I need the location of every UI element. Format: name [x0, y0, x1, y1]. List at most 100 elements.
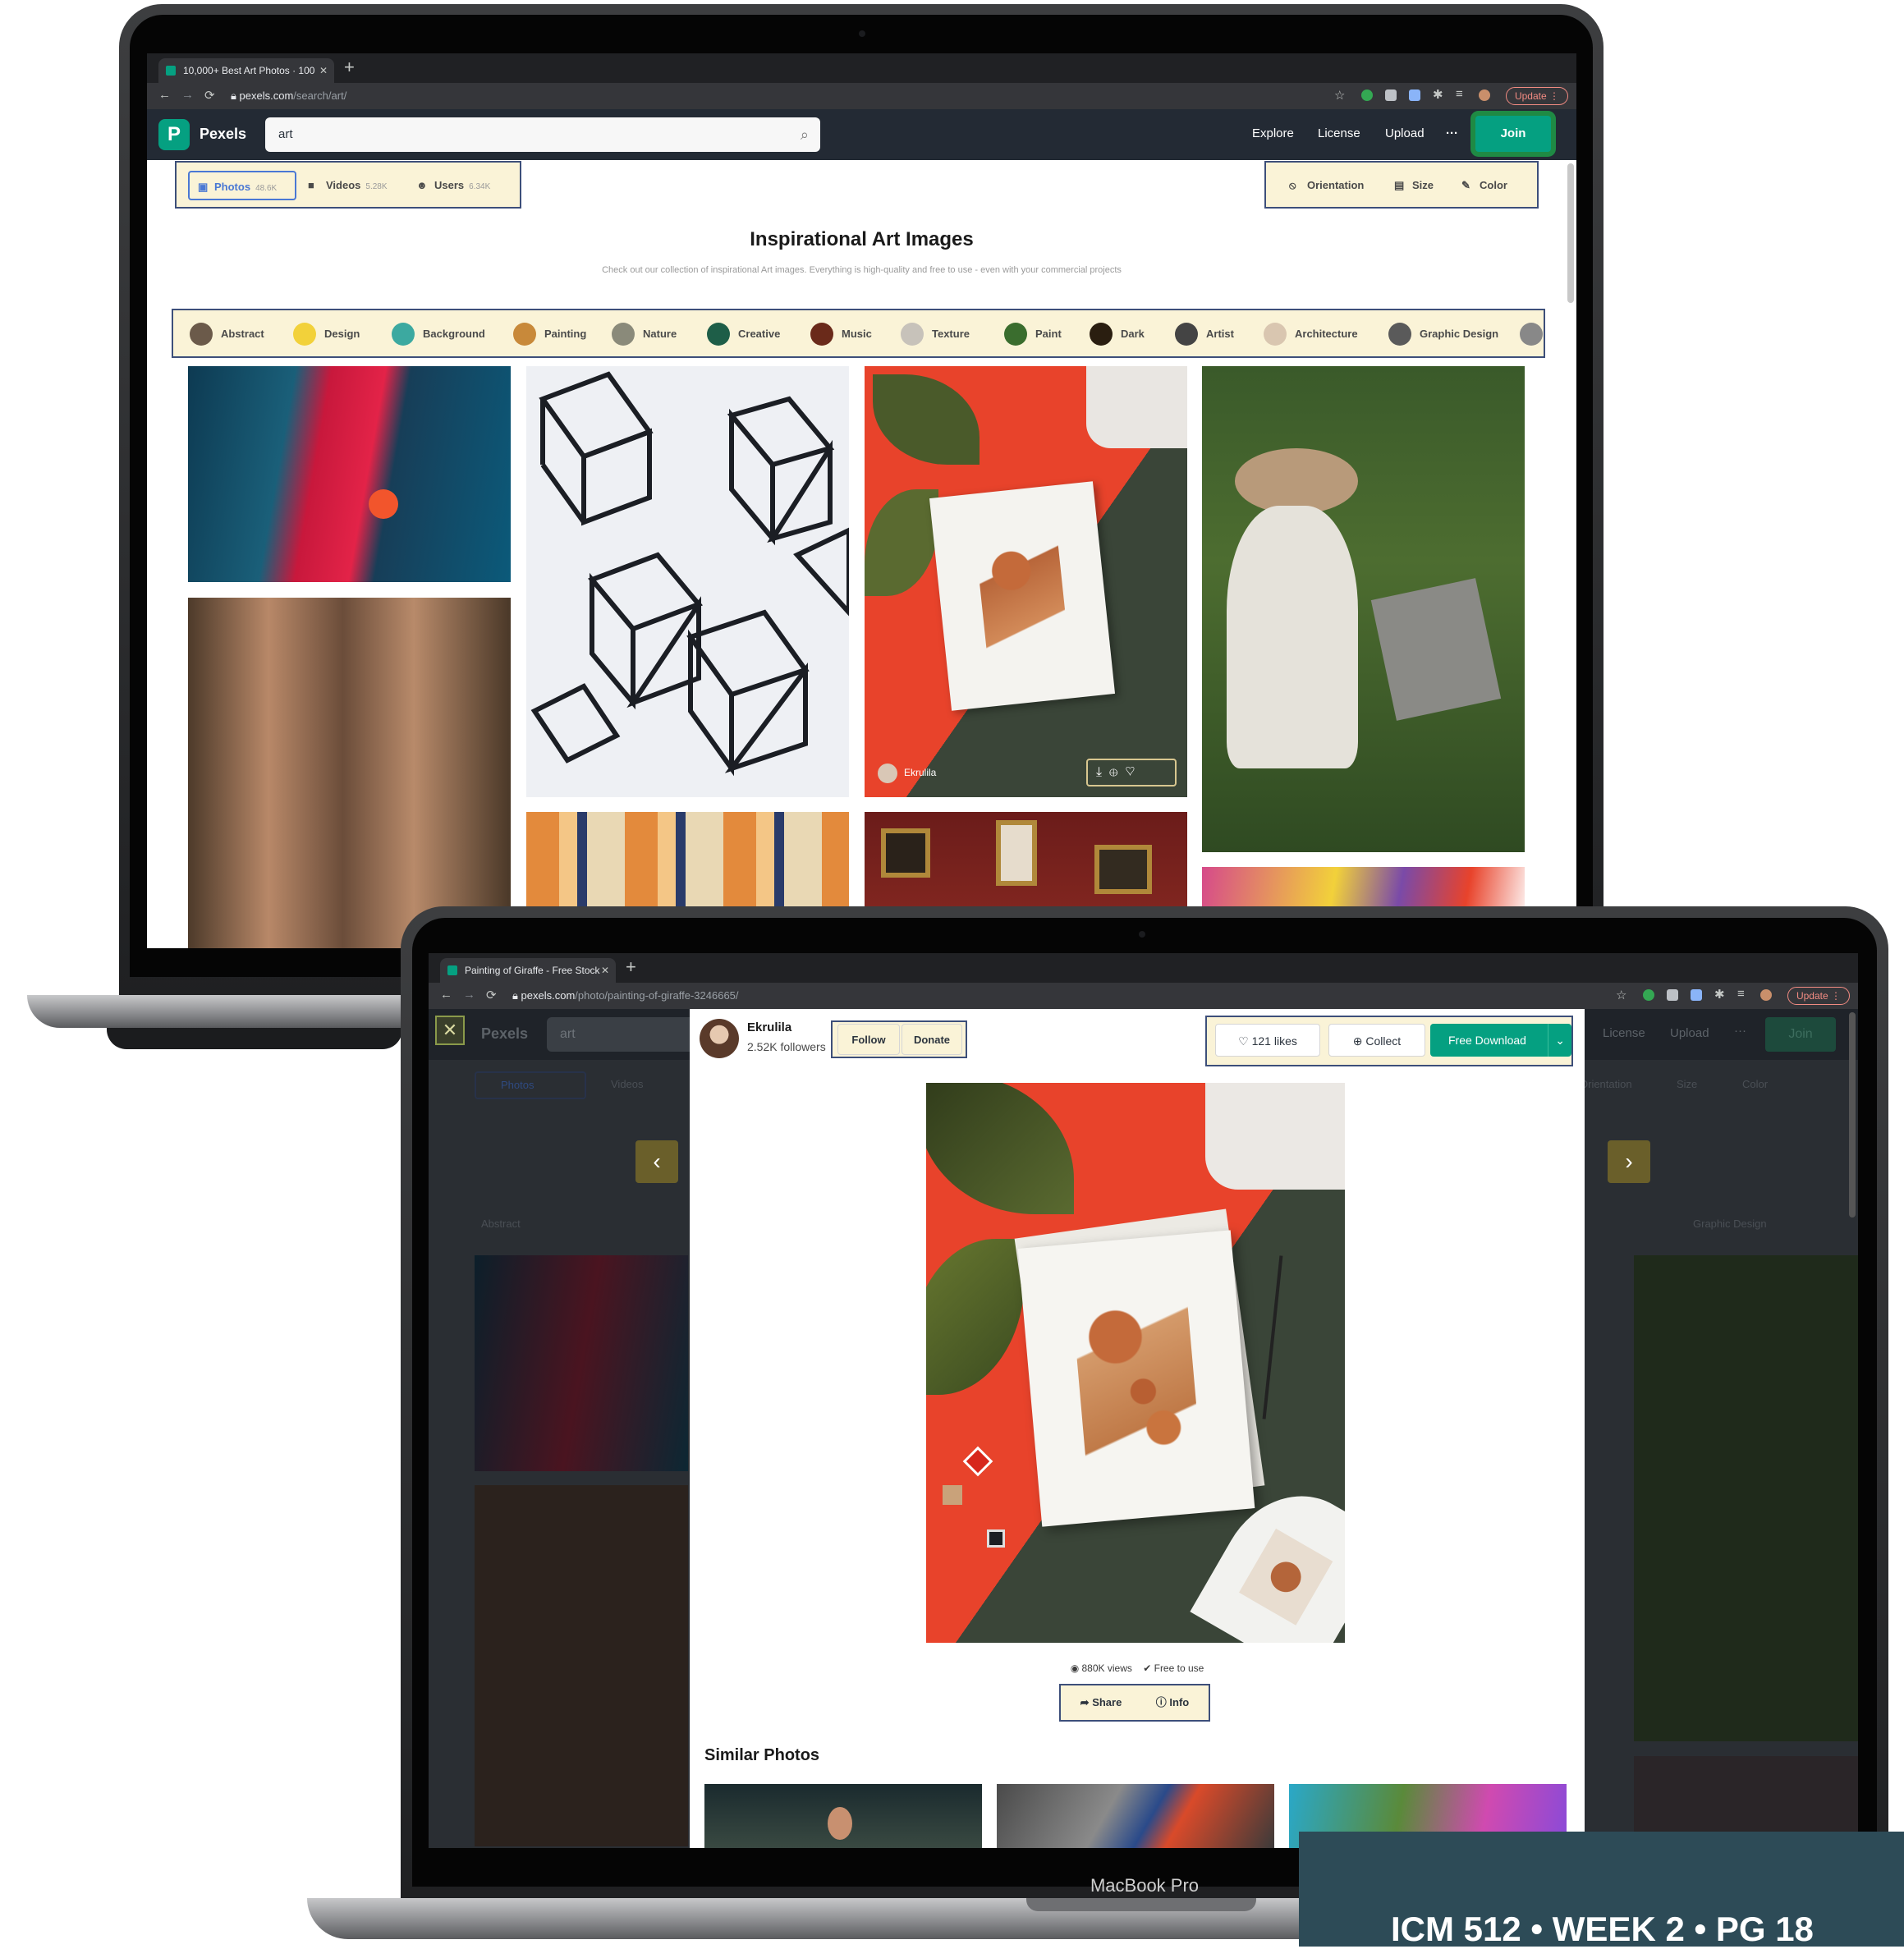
- category-artist[interactable]: Artist: [1175, 321, 1234, 347]
- back-icon[interactable]: ←: [440, 988, 452, 1002]
- browser-tab[interactable]: Painting of Giraffe - Free Stock ✕: [440, 958, 616, 983]
- extension-blue-icon[interactable]: [1691, 989, 1702, 1001]
- photo-abstract-red[interactable]: [188, 366, 511, 582]
- category-creative[interactable]: Creative: [707, 321, 780, 347]
- share-button[interactable]: ➦ Share: [1064, 1687, 1138, 1718]
- nav-explore[interactable]: Explore: [1252, 126, 1294, 140]
- category-thumb-icon: [707, 323, 730, 346]
- heart-icon[interactable]: ♡: [1125, 765, 1135, 779]
- modal-close-icon[interactable]: ✕: [435, 1016, 465, 1045]
- photo-wire-cubes[interactable]: [526, 366, 849, 797]
- more-icon[interactable]: ···: [1446, 126, 1458, 140]
- bookmark-star-icon[interactable]: ☆: [1616, 988, 1626, 1002]
- url-field[interactable]: 🔒︎ pexels.com/photo/painting-of-giraffe-…: [512, 987, 739, 1005]
- photo-giraffe-painting[interactable]: Ekrulila ⤓ ⊕ ♡: [865, 366, 1187, 797]
- author-name[interactable]: Ekrulila: [747, 1020, 791, 1034]
- media-type-tabs: ▣ Photos 48.6K ■ Videos 5.28K ☻ Users 6.34K: [175, 161, 521, 209]
- reload-icon[interactable]: ⟳: [204, 88, 215, 103]
- author-avatar[interactable]: [878, 764, 897, 783]
- tab-users[interactable]: ☻ Users 6.34K: [416, 171, 490, 200]
- playlist-icon[interactable]: ≡: [1456, 87, 1463, 101]
- browser-tab[interactable]: 10,000+ Best Art Photos · 100 ✕: [158, 58, 334, 83]
- close-icon[interactable]: ✕: [601, 958, 609, 983]
- update-button[interactable]: Update ⋮: [1505, 87, 1568, 105]
- category-graphic-design[interactable]: Graphic Design: [1388, 321, 1498, 347]
- join-button[interactable]: Join: [1475, 116, 1551, 152]
- collect-button[interactable]: ⊕ Collect: [1328, 1024, 1425, 1057]
- reload-icon[interactable]: ⟳: [486, 988, 497, 1002]
- download-icon[interactable]: ⤓: [1096, 765, 1102, 779]
- back-icon[interactable]: ←: [158, 88, 171, 102]
- bg-photo-woman: [1634, 1255, 1858, 1741]
- scrollbar[interactable]: [1849, 1012, 1856, 1218]
- add-icon[interactable]: ⊕: [1109, 765, 1117, 779]
- size-filter[interactable]: ▤ Size: [1394, 171, 1434, 200]
- category-more[interactable]: [1520, 321, 1544, 347]
- leaf-top: [926, 1083, 1074, 1214]
- category-abstract[interactable]: Abstract: [190, 321, 264, 347]
- camera: [859, 30, 865, 37]
- follow-button[interactable]: Follow: [837, 1024, 900, 1055]
- puzzle-icon[interactable]: ✱: [1714, 987, 1725, 1002]
- like-button[interactable]: ♡ 121 likes: [1215, 1024, 1320, 1057]
- search-input[interactable]: art ⌕: [265, 117, 820, 152]
- category-thumb-icon: [901, 323, 924, 346]
- playlist-icon[interactable]: ≡: [1737, 987, 1745, 1001]
- search-icon[interactable]: ⌕: [801, 117, 809, 152]
- tab-videos[interactable]: ■ Videos 5.28K: [308, 171, 388, 200]
- category-music[interactable]: Music: [810, 321, 872, 347]
- extension-blue-icon[interactable]: [1409, 89, 1420, 101]
- tab-photos[interactable]: ▣ Photos 48.6K: [188, 171, 296, 200]
- url-field[interactable]: 🔒︎ pexels.com/search/art/: [231, 87, 346, 105]
- image-icon: ▣: [198, 181, 209, 193]
- category-paint[interactable]: Paint: [1004, 321, 1062, 347]
- info-label: Info: [1169, 1696, 1190, 1708]
- main-photo[interactable]: [926, 1083, 1345, 1643]
- similar-photo-1[interactable]: [704, 1784, 982, 1848]
- category-painting[interactable]: Painting: [513, 321, 586, 347]
- update-button[interactable]: Update ⋮: [1787, 987, 1850, 1005]
- photo-woman-painting[interactable]: [1202, 366, 1525, 852]
- color-filter[interactable]: ✎ Color: [1461, 171, 1507, 200]
- puzzle-icon[interactable]: ✱: [1433, 87, 1443, 102]
- avatar[interactable]: [1760, 989, 1772, 1001]
- category-dark[interactable]: Dark: [1090, 321, 1145, 347]
- brand-name[interactable]: Pexels: [200, 126, 246, 143]
- nav-upload[interactable]: Upload: [1385, 126, 1425, 140]
- close-icon[interactable]: ✕: [319, 58, 328, 83]
- free-download-button[interactable]: Free Download ⌄: [1430, 1024, 1571, 1057]
- category-architecture[interactable]: Architecture: [1264, 321, 1358, 347]
- pexels-logo-icon[interactable]: P: [158, 119, 190, 150]
- forward-icon[interactable]: →: [181, 88, 194, 102]
- extension-green-icon[interactable]: [1643, 989, 1654, 1001]
- avatar[interactable]: [1479, 89, 1490, 101]
- videos-count: 5.28K: [365, 182, 388, 191]
- chevron-down-icon[interactable]: ⌄: [1548, 1024, 1565, 1057]
- update-label: Update: [1796, 990, 1828, 1002]
- similar-photo-2[interactable]: [997, 1784, 1274, 1848]
- category-background[interactable]: Background: [392, 321, 485, 347]
- photo-author[interactable]: Ekrulila: [904, 767, 936, 778]
- category-design[interactable]: Design: [293, 321, 360, 347]
- new-tab-icon[interactable]: +: [344, 57, 355, 78]
- extension-green-icon[interactable]: [1361, 89, 1373, 101]
- donate-button[interactable]: Donate: [902, 1024, 962, 1055]
- prev-photo-arrow-icon[interactable]: ‹: [635, 1140, 678, 1183]
- next-photo-arrow-icon[interactable]: ›: [1608, 1140, 1650, 1183]
- author-avatar[interactable]: [700, 1019, 739, 1058]
- category-nature[interactable]: Nature: [612, 321, 677, 347]
- scrollbar[interactable]: [1567, 163, 1574, 303]
- info-button[interactable]: ⓘ Info: [1140, 1687, 1205, 1718]
- forward-icon[interactable]: →: [463, 988, 475, 1002]
- orientation-filter[interactable]: ⦸ Orientation: [1289, 171, 1364, 200]
- extension-grey-icon[interactable]: [1667, 989, 1678, 1001]
- extension-grey-icon[interactable]: [1385, 89, 1397, 101]
- size-label: Size: [1412, 179, 1434, 191]
- category-texture[interactable]: Texture: [901, 321, 970, 347]
- new-tab-icon[interactable]: +: [626, 956, 636, 978]
- address-bar: ← → ⟳ 🔒︎ pexels.com/photo/painting-of-gi…: [429, 983, 1858, 1009]
- photo-tattoo-arms[interactable]: [188, 598, 511, 948]
- nav-license[interactable]: License: [1318, 126, 1360, 140]
- photo-actions: ⤓ ⊕ ♡: [1086, 759, 1177, 786]
- bookmark-star-icon[interactable]: ☆: [1334, 88, 1345, 103]
